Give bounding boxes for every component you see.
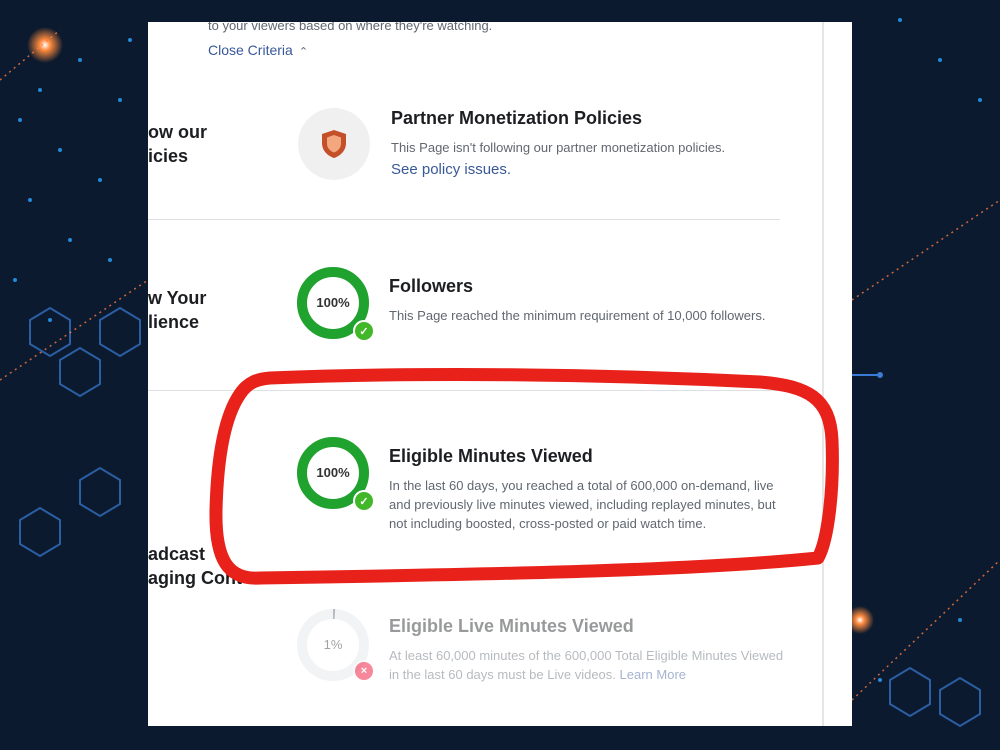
panel-edge xyxy=(822,22,824,726)
close-criteria-label: Close Criteria xyxy=(208,42,293,58)
partner-policies-text: This Page isn't following our partner mo… xyxy=(391,140,726,155)
section-label-line: icies xyxy=(148,146,189,166)
criteria-intro-text: to your viewers based on where they're w… xyxy=(208,22,493,33)
section-label-line: ow our xyxy=(148,122,207,142)
chevron-up-icon: ⌃ xyxy=(298,46,309,58)
section-label-broadcast: adcast aging Cont xyxy=(148,542,242,590)
section-label-line: aging Cont xyxy=(148,568,242,588)
shield-icon xyxy=(322,130,346,158)
monetization-criteria-panel: to your viewers based on where they're w… xyxy=(148,22,852,726)
section-label-line: adcast xyxy=(148,544,206,564)
close-criteria-link[interactable]: Close Criteria ⌃ xyxy=(208,42,308,58)
check-icon: ✓ xyxy=(353,490,375,512)
section-label-line: lience xyxy=(148,312,200,332)
live-minutes-description: At least 60,000 minutes of the 600,000 T… xyxy=(389,646,784,684)
close-icon: × xyxy=(353,660,375,682)
eligible-minutes-title: Eligible Minutes Viewed xyxy=(389,446,593,466)
eligible-minutes-description: In the last 60 days, you reached a total… xyxy=(389,478,776,531)
followers-description: This Page reached the minimum requiremen… xyxy=(389,308,766,323)
section-label-line: w Your xyxy=(148,288,207,308)
followers-title: Followers xyxy=(389,276,474,296)
see-policy-issues-link[interactable]: See policy issues. xyxy=(391,160,791,179)
live-minutes-text: At least 60,000 minutes of the 600,000 T… xyxy=(389,648,784,682)
section-label-policies: ow our icies xyxy=(148,120,207,168)
section-divider xyxy=(148,390,780,391)
policy-status-circle xyxy=(298,108,370,180)
section-divider xyxy=(148,219,780,220)
learn-more-link[interactable]: Learn More xyxy=(620,667,686,682)
section-label-audience: w Your lience xyxy=(148,286,206,334)
partner-policies-description: This Page isn't following our partner mo… xyxy=(391,138,791,179)
live-minutes-title: Eligible Live Minutes Viewed xyxy=(389,616,634,636)
partner-policies-title: Partner Monetization Policies xyxy=(391,108,643,128)
check-icon: ✓ xyxy=(353,320,375,342)
